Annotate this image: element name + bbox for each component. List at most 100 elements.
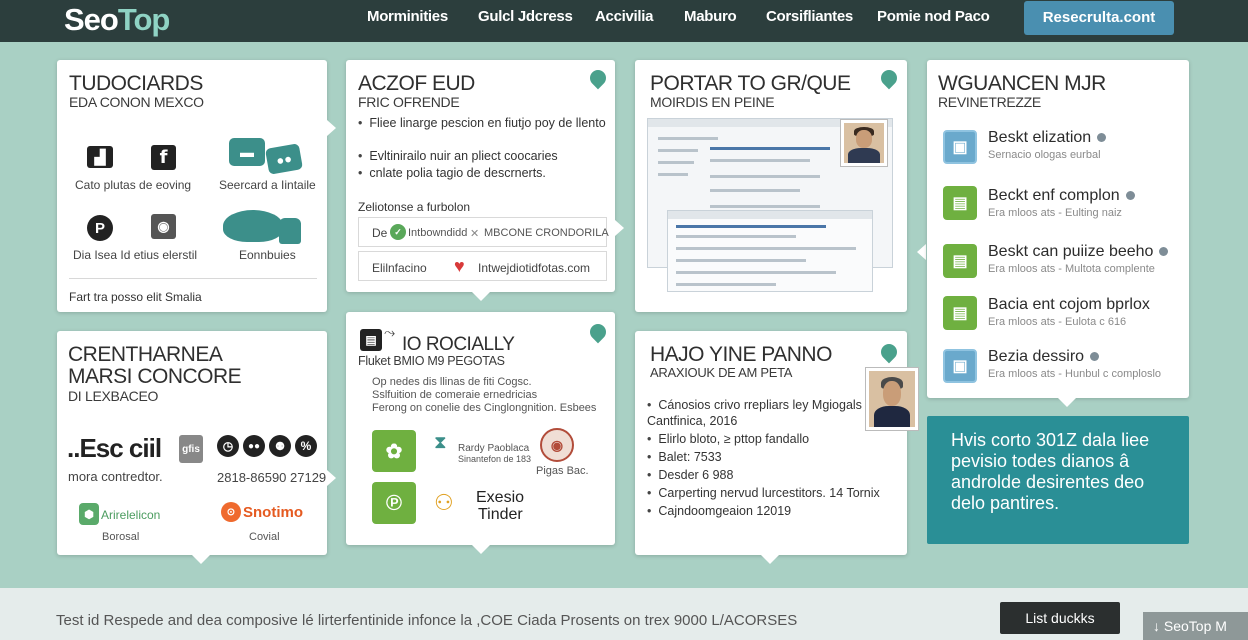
card2-row1-right: MBCONE CRONDORILA	[484, 227, 609, 239]
percent-icon: %	[295, 435, 317, 457]
card2-arrow-down	[472, 292, 490, 301]
card1-caption2: Seercard a Iintaile	[219, 178, 316, 192]
card5-title-3: DI LEXBACEO	[68, 388, 159, 404]
list-item-5-sub: Era mloos ats - Hunbul c comploslo	[988, 368, 1162, 380]
card7-title: HAJO YINE PANNO	[650, 343, 832, 366]
nav-item-3[interactable]: Accivilia	[595, 8, 653, 25]
list-item-1-title[interactable]: Beskt elization	[988, 129, 1107, 147]
card2-row2-right: Intwejdiotidfotas.com	[478, 261, 591, 275]
card5-label1: Borosal	[102, 531, 140, 543]
seotop-logo[interactable]: SeoTop	[64, 2, 171, 38]
card1-caption3: Dia Isea Id etius elerstil	[73, 248, 198, 262]
card5-arrow-right	[327, 470, 336, 486]
logo-part1: Seo	[64, 2, 119, 37]
list-item-2-title[interactable]: Beckt enf complon	[988, 187, 1135, 205]
header-cta-button[interactable]: Resecrulta.cont	[1024, 1, 1174, 35]
list-ducks-button[interactable]: List duckks	[1000, 602, 1120, 634]
card1-subtitle: EDA CONON MEXCO	[69, 94, 204, 110]
users-icon: ⚉	[269, 435, 291, 457]
chat-icon: ●●	[243, 435, 265, 457]
card6-arrow-down	[472, 545, 490, 554]
card5-logo1: Arirelelicon	[101, 508, 161, 522]
chat-bubble-icon: ▬	[229, 138, 265, 166]
card2-arrow-right	[615, 220, 624, 236]
info-dot-icon	[1159, 247, 1169, 257]
card1-footer: Fart tra posso elit Smalia	[69, 290, 202, 304]
card2-section-label: Zeliotonse a furbolon	[358, 200, 471, 214]
nav-item-2[interactable]: Gulcl Jdcress	[478, 8, 573, 25]
clock-icon: ◷	[217, 435, 239, 457]
snotimo-logo-icon: ⊙	[221, 502, 241, 522]
hand-icon	[279, 218, 301, 244]
card4-arrow-down	[1058, 398, 1076, 407]
card-io-rocially: ▤ ⤳ IO ROCIALLY Fluket BMIO M9 PEGOTAS O…	[346, 312, 615, 545]
card5-phone[interactable]: 2818-86590 27129	[217, 470, 326, 485]
card6-app2-name: Pigas Bac.	[536, 465, 589, 477]
card5-title-1: CRENTHARNEA	[68, 343, 223, 366]
teal-info-panel: Hvis corto 301Z dala liee pevisio todes …	[927, 416, 1189, 544]
list-item-1-sub: Sernacio ologas eurbal	[988, 149, 1101, 161]
card2-bullet-1: Fliee linarge pescion en fiutjo poy de l…	[358, 116, 605, 130]
list-item-3-title[interactable]: Beskt can puiize beeho	[988, 243, 1169, 261]
app-tile-1-icon[interactable]: ✿	[372, 430, 416, 472]
card2-row1-left: De	[372, 226, 388, 240]
info-dot-icon	[1097, 133, 1107, 143]
heart-icon: ♥	[454, 256, 465, 276]
card2-subtitle: FRIC OFRENDE	[358, 94, 460, 110]
card6-app1-name: Rardy Paoblaca	[458, 443, 530, 454]
badge-logo-icon: ◉	[540, 428, 574, 462]
nav-item-1[interactable]: Morminities	[367, 8, 448, 25]
seotop-download-badge[interactable]: ↓ SeoTop M	[1143, 612, 1248, 640]
card6-app1-sub: Sinantefon de 183	[458, 454, 532, 464]
list-item-4-sub: Era mloos ats - Eulota c 616	[988, 316, 1127, 328]
list-item-3-sub: Era mloos ats - Multota complente	[988, 263, 1155, 275]
pinterest-icon: P	[87, 215, 113, 241]
profile-photo	[841, 120, 887, 166]
card-aczof-eud: ACZOF EUD FRIC OFRENDE Fliee linarge pes…	[346, 60, 615, 292]
card3-arrow-left	[917, 244, 926, 260]
card2-title: ACZOF EUD	[358, 72, 475, 95]
card5-arrow-down	[192, 555, 210, 564]
cross-icon: ✕	[470, 228, 480, 240]
card1-title: TUDOCIARDS	[69, 72, 203, 95]
card5-brand-tag: gfis	[179, 435, 203, 463]
list-item-3-icon: ▤	[943, 244, 977, 278]
card4-title: WGUANCEN MJR	[938, 72, 1106, 95]
card3-subtitle: MOIRDIS EN PEINE	[650, 94, 775, 110]
card6-subtitle: Fluket BMIO M9 PEGOTAS	[358, 354, 505, 368]
logo-part2: Top	[117, 2, 171, 37]
list-item-4-title[interactable]: Bacia ent cojom bprlox	[988, 296, 1150, 314]
card2-row1-mid: Intbowndidd	[408, 227, 468, 239]
card7-subtitle: ARAXIOUK DE AM PETA	[650, 365, 793, 380]
card5-caption: mora contredtor.	[68, 469, 163, 484]
list-item-1-icon: ▣	[943, 130, 977, 164]
card6-line-1: Op nedes dis llinas de fiti Cogsc.	[372, 376, 532, 388]
stack-icon: ⧗	[434, 432, 447, 452]
nav-item-5[interactable]: Corsifliantes	[766, 8, 853, 25]
app-tile-2-icon[interactable]: ℗	[372, 482, 416, 524]
apple-2-icon	[119, 214, 143, 240]
card5-brand: ..Esc ciil	[67, 433, 162, 463]
info-dot-icon	[1125, 191, 1135, 201]
nav-item-6[interactable]: Pomie nod Paco	[877, 8, 990, 25]
list-item-5-title[interactable]: Bezia dessiro	[988, 348, 1100, 366]
card7-arrow-down	[761, 555, 779, 564]
card5-label2: Covial	[249, 531, 280, 543]
document-icon: ▤	[360, 329, 382, 351]
nav-item-4[interactable]: Maburo	[684, 8, 737, 25]
card6-app3-name: Exesio	[476, 489, 525, 506]
card5-logo2: Snotimo	[243, 504, 303, 521]
card4-subtitle: REVINETREZZE	[938, 94, 1041, 110]
podcast-icon: ◉	[151, 214, 176, 239]
list-item-4-icon: ▤	[943, 296, 977, 330]
apple-icon	[119, 144, 143, 170]
card-portar: PORTAR TO GR/QUE MOIRDIS EN PEINE	[635, 60, 907, 312]
cloud-icon	[223, 210, 283, 242]
green-circle-icon: ✓	[390, 224, 406, 240]
card2-bullet-3: cnlate polia tagio de descrnerts.	[358, 166, 546, 180]
card6-line-3: Ferong on conelie des Cinglongnition. Es…	[372, 402, 597, 414]
card2-bullet-2: Evltinirailo nuir an pliect coocaries	[358, 149, 557, 163]
info-dot-icon	[1090, 352, 1100, 362]
card-tudociards: TUDOCIARDS EDA CONON MEXCO ▟ f Cato plut…	[57, 60, 327, 312]
card2-row2-left: Elilnfacino	[372, 261, 427, 275]
